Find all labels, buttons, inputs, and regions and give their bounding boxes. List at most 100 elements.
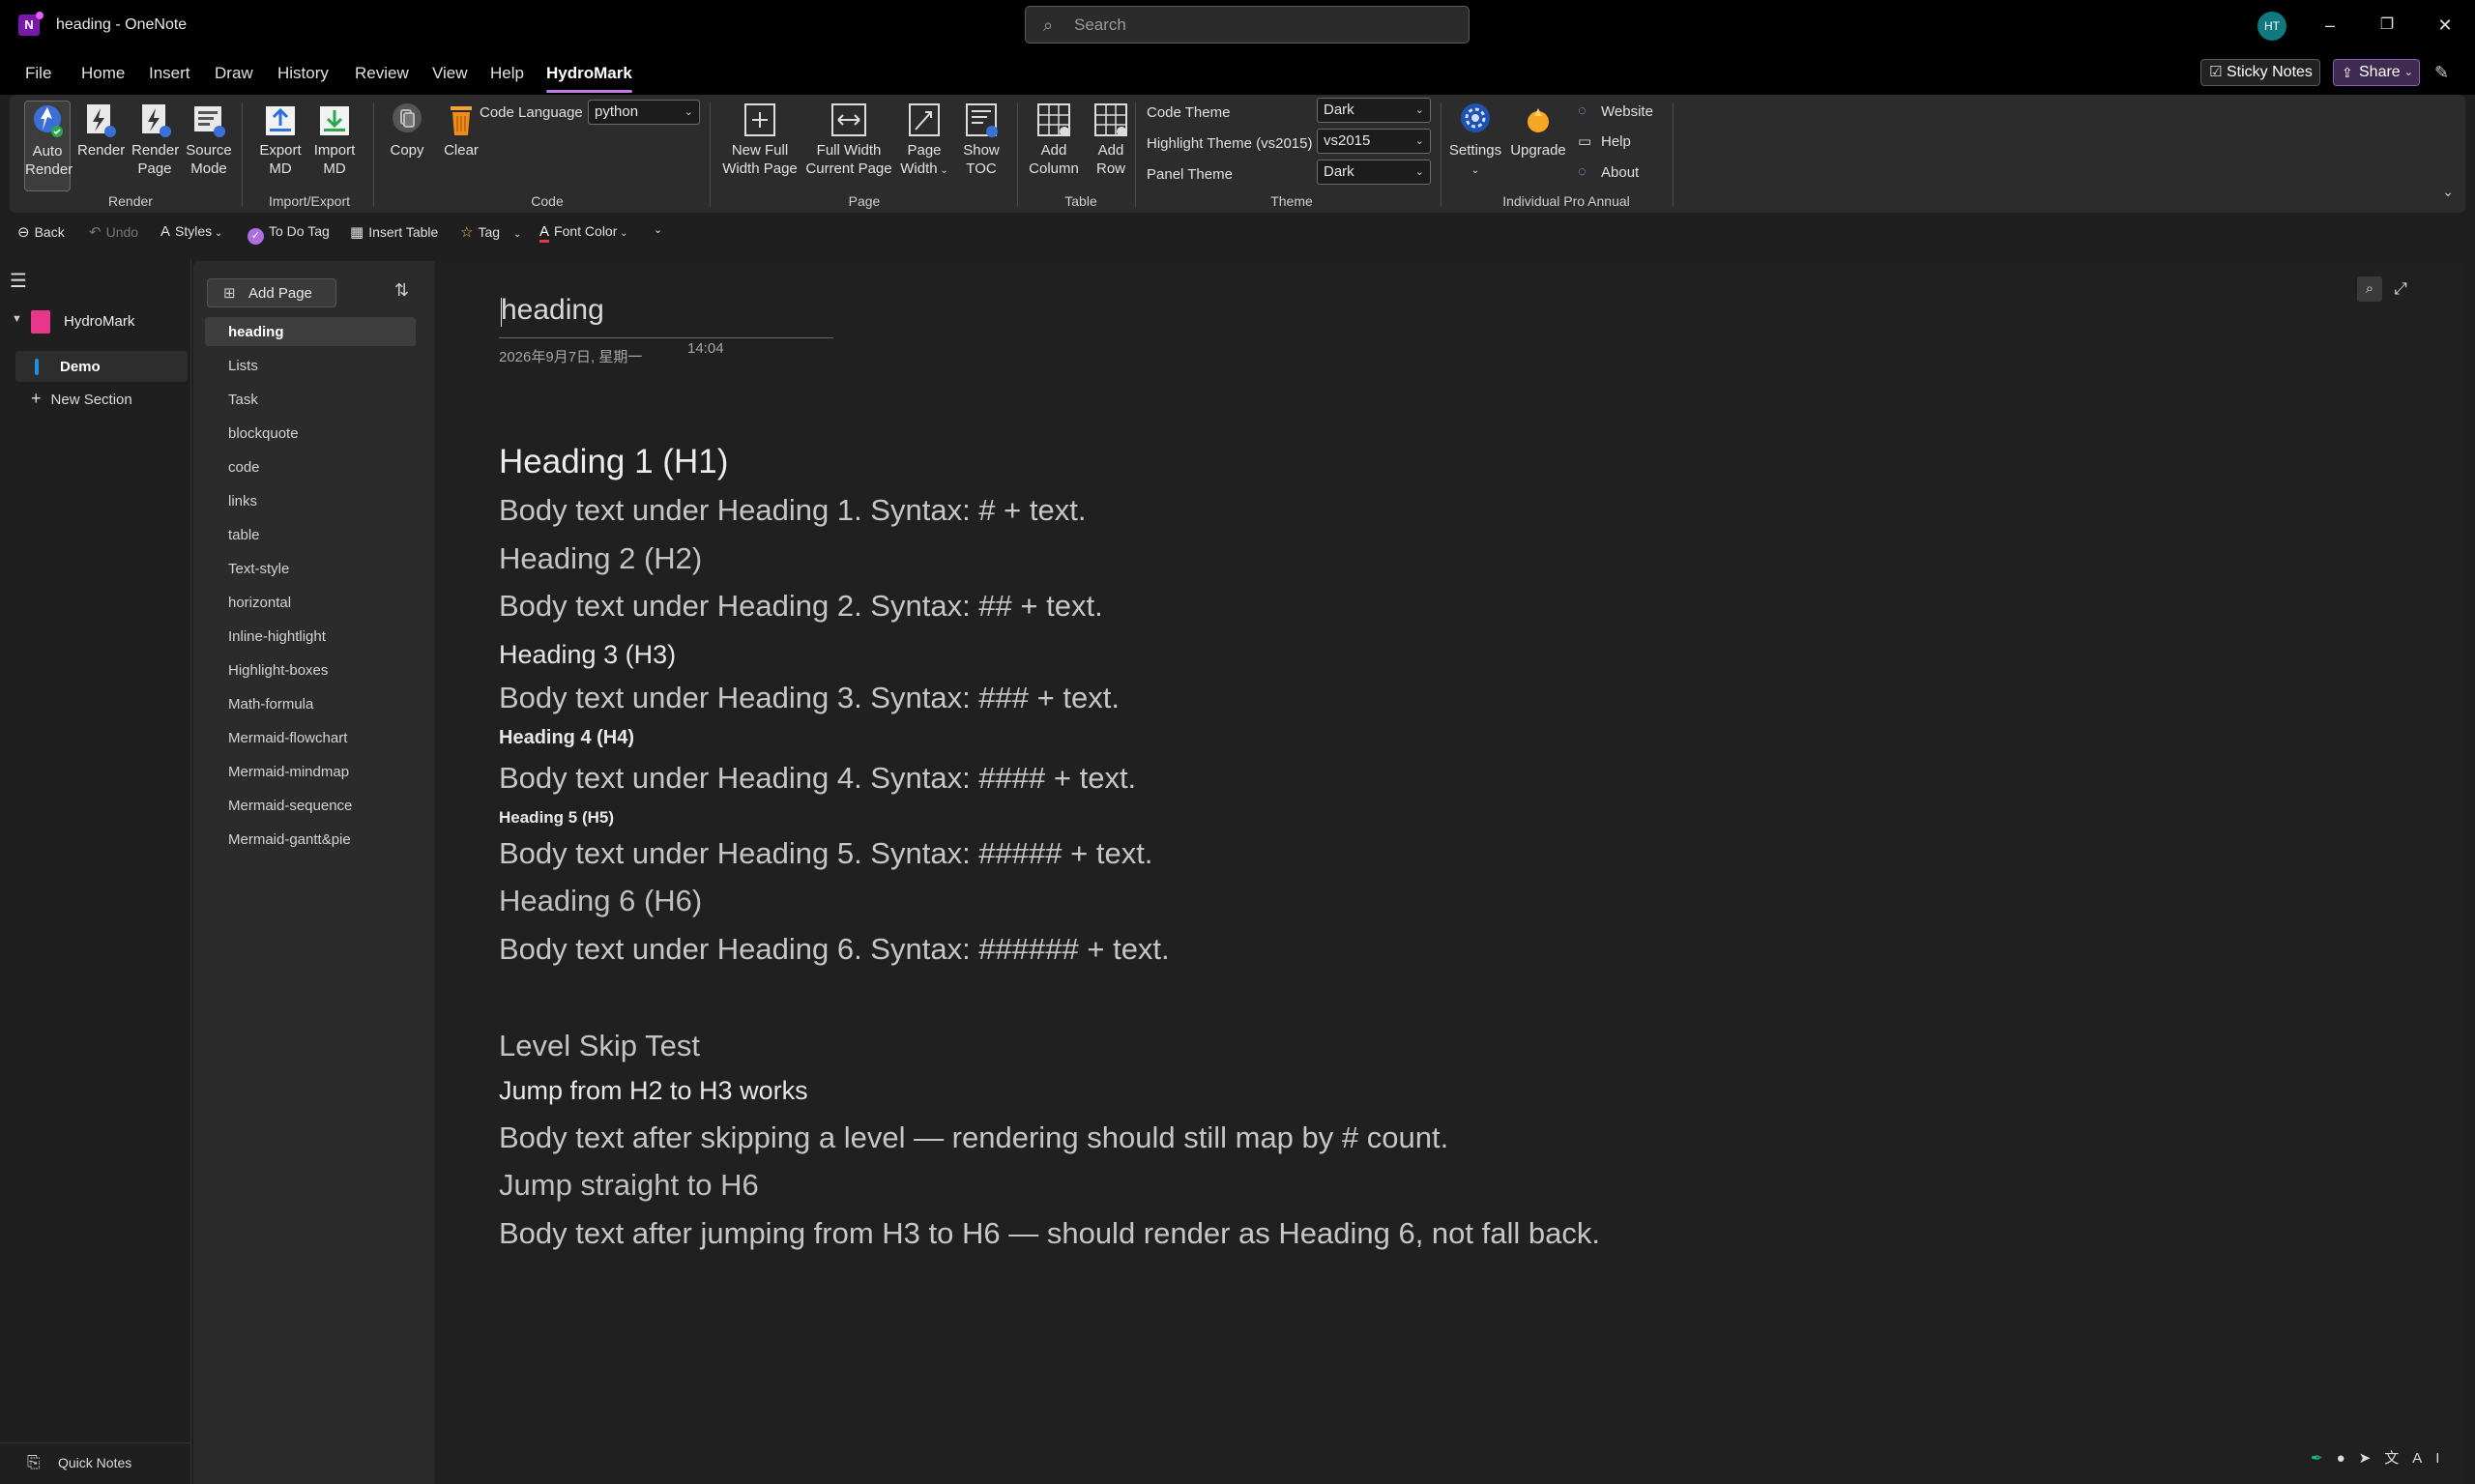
page-item[interactable]: horizontal bbox=[205, 588, 416, 617]
heading-3[interactable]: Heading 3 (H3) bbox=[499, 640, 676, 670]
minimize-button[interactable]: – bbox=[2315, 11, 2344, 40]
highlight-theme-select[interactable]: vs2015 ⌄ bbox=[1317, 129, 1431, 154]
page-item[interactable]: Highlight-boxes bbox=[205, 655, 416, 684]
heading-5[interactable]: Heading 5 (H5) bbox=[499, 808, 614, 828]
body-text[interactable]: Body text under Heading 3. Syntax: ### +… bbox=[499, 681, 1120, 715]
page-item[interactable]: Math-formula bbox=[205, 689, 416, 718]
heading-3[interactable]: Jump from H2 to H3 works bbox=[499, 1076, 808, 1106]
tab-file[interactable]: File bbox=[25, 64, 51, 83]
page-item[interactable]: Lists bbox=[205, 351, 416, 380]
render-button[interactable]: Render bbox=[77, 101, 125, 160]
page-item[interactable]: Mermaid-flowchart bbox=[205, 723, 416, 752]
close-button[interactable]: ✕ bbox=[2431, 11, 2460, 40]
page-item[interactable]: code bbox=[205, 452, 416, 481]
undo-button[interactable]: ↶ Undo bbox=[89, 223, 138, 241]
body-text[interactable]: Body text after jumping from H3 to H6 — … bbox=[499, 1216, 1600, 1251]
page-item[interactable]: table bbox=[205, 520, 416, 549]
translate-icon[interactable]: 文 bbox=[2384, 1450, 2412, 1467]
page-item[interactable]: blockquote bbox=[205, 419, 416, 448]
body-text[interactable]: Body text under Heading 4. Syntax: #### … bbox=[499, 761, 1136, 796]
heading-6[interactable]: Heading 6 (H6) bbox=[499, 884, 702, 918]
tab-insert[interactable]: Insert bbox=[149, 64, 190, 83]
search-icon[interactable]: ⌕ bbox=[2357, 276, 2382, 302]
quick-notes-button[interactable]: ⎘ Quick Notes bbox=[0, 1442, 191, 1481]
avatar[interactable]: HT bbox=[2257, 12, 2286, 41]
sticky-notes-button[interactable]: ☑ Sticky Notes bbox=[2200, 59, 2320, 86]
page-item[interactable]: heading bbox=[205, 317, 416, 346]
settings-button[interactable]: Settings ⌄ bbox=[1448, 101, 1502, 180]
heading-6[interactable]: Jump straight to H6 bbox=[499, 1168, 759, 1203]
menu-icon[interactable]: ☰ bbox=[10, 269, 27, 293]
upgrade-button[interactable]: Upgrade bbox=[1508, 101, 1568, 160]
sort-icon[interactable]: ⇅ bbox=[394, 280, 409, 301]
body-text[interactable]: Body text under Heading 2. Syntax: ## + … bbox=[499, 589, 1103, 624]
full-width-current-page-button[interactable]: Full Width Current Page bbox=[804, 101, 893, 178]
new-section-button[interactable]: + New Section bbox=[31, 389, 132, 409]
todo-tag-button[interactable]: ✓ To Do Tag bbox=[248, 223, 330, 245]
collapse-ribbon-icon[interactable]: ⌄ bbox=[2442, 184, 2454, 200]
expand-icon[interactable]: ⤢ bbox=[2388, 276, 2413, 302]
tab-draw[interactable]: Draw bbox=[215, 64, 253, 83]
page-item[interactable]: links bbox=[205, 486, 416, 515]
tab-help[interactable]: Help bbox=[490, 64, 524, 83]
code-theme-select[interactable]: Dark ⌄ bbox=[1317, 98, 1431, 123]
page-width-button[interactable]: Page Width ⌄ bbox=[897, 101, 951, 180]
font-color-button[interactable]: A Font Color ⌄ bbox=[539, 223, 628, 243]
about-button[interactable]: ◌ About bbox=[1578, 163, 1639, 181]
panel-theme-select[interactable]: Dark ⌄ bbox=[1317, 160, 1431, 185]
code-language-select[interactable]: python ⌄ bbox=[588, 100, 700, 125]
heading-4[interactable]: Heading 4 (H4) bbox=[499, 727, 634, 749]
add-page-button[interactable]: ⊞ Add Page bbox=[207, 278, 336, 307]
body-text[interactable]: Body text under Heading 6. Syntax: #####… bbox=[499, 932, 1170, 967]
back-button[interactable]: ⊖ Back bbox=[17, 223, 65, 241]
search-input[interactable] bbox=[1074, 13, 1441, 38]
body-text[interactable]: Body text under Heading 1. Syntax: # + t… bbox=[499, 493, 1086, 528]
share-button[interactable]: ⇪ Share ⌄ bbox=[2333, 59, 2420, 86]
tab-home[interactable]: Home bbox=[81, 64, 125, 83]
export-md-button[interactable]: Export MD bbox=[257, 101, 304, 178]
new-full-width-page-button[interactable]: New Full Width Page bbox=[719, 101, 801, 178]
heading-2[interactable]: Heading 2 (H2) bbox=[499, 541, 702, 576]
add-row-button[interactable]: Add Row bbox=[1085, 101, 1137, 178]
body-text[interactable]: Body text after skipping a level — rende… bbox=[499, 1120, 1448, 1155]
show-toc-button[interactable]: Show TOC bbox=[955, 101, 1007, 178]
import-md-button[interactable]: Import MD bbox=[311, 101, 358, 178]
insert-table-button[interactable]: ▦ Insert Table bbox=[350, 223, 438, 241]
page-item[interactable]: Text-style bbox=[205, 554, 416, 583]
section-item-demo[interactable]: Demo bbox=[15, 351, 188, 382]
send-icon[interactable]: ➤ bbox=[2359, 1450, 2385, 1467]
feedback-icon[interactable]: ✎ bbox=[2434, 63, 2449, 83]
styles-button[interactable]: A Styles ⌄ bbox=[160, 223, 222, 240]
page-item[interactable]: Mermaid-mindmap bbox=[205, 757, 416, 786]
search-icon: ⌕ bbox=[1043, 15, 1054, 35]
ai-icon[interactable]: AI bbox=[2412, 1450, 2453, 1467]
restore-button[interactable]: ❐ bbox=[2373, 11, 2402, 40]
page-title[interactable]: heading bbox=[499, 294, 833, 338]
add-column-button[interactable]: Add Column bbox=[1025, 101, 1083, 178]
render-page-button[interactable]: Render Page bbox=[131, 101, 179, 178]
search-box[interactable]: ⌕ bbox=[1025, 6, 1470, 44]
source-mode-button[interactable]: Source Mode bbox=[186, 101, 232, 178]
body-text[interactable]: Body text under Heading 5. Syntax: #####… bbox=[499, 836, 1152, 871]
tag-button[interactable]: ☆ Tag ⌄ bbox=[460, 223, 521, 241]
website-button[interactable]: ◌ Website bbox=[1578, 102, 1653, 120]
page-item[interactable]: Inline-hightlight bbox=[205, 622, 416, 651]
page-item[interactable]: Task bbox=[205, 385, 416, 414]
page-item[interactable]: Mermaid-gantt&pie bbox=[205, 825, 416, 854]
help-button[interactable]: ▭ Help bbox=[1578, 133, 1631, 150]
pen-icon[interactable]: ✒ bbox=[2311, 1450, 2337, 1467]
heading-2[interactable]: Level Skip Test bbox=[499, 1029, 700, 1063]
auto-render-button[interactable]: Auto Render bbox=[24, 101, 73, 191]
clear-button[interactable]: Clear bbox=[437, 101, 485, 160]
heading-1[interactable]: Heading 1 (H1) bbox=[499, 443, 728, 481]
customize-toolbar-icon[interactable]: ⌄ bbox=[654, 223, 662, 236]
tab-view[interactable]: View bbox=[432, 64, 468, 83]
microphone-icon[interactable]: ● bbox=[2337, 1450, 2359, 1467]
page-item[interactable]: Mermaid-sequence bbox=[205, 791, 416, 820]
tab-history[interactable]: History bbox=[277, 64, 329, 83]
notebook-item[interactable]: ▼ HydroMark bbox=[10, 307, 189, 336]
tab-review[interactable]: Review bbox=[355, 64, 409, 83]
note-canvas[interactable]: ⌕ ⤢ heading 2026年9月7日, 星期一 14:04 Heading… bbox=[437, 261, 2465, 1484]
copy-button[interactable]: Copy bbox=[383, 101, 431, 160]
tab-hydromark[interactable]: HydroMark bbox=[546, 64, 632, 93]
